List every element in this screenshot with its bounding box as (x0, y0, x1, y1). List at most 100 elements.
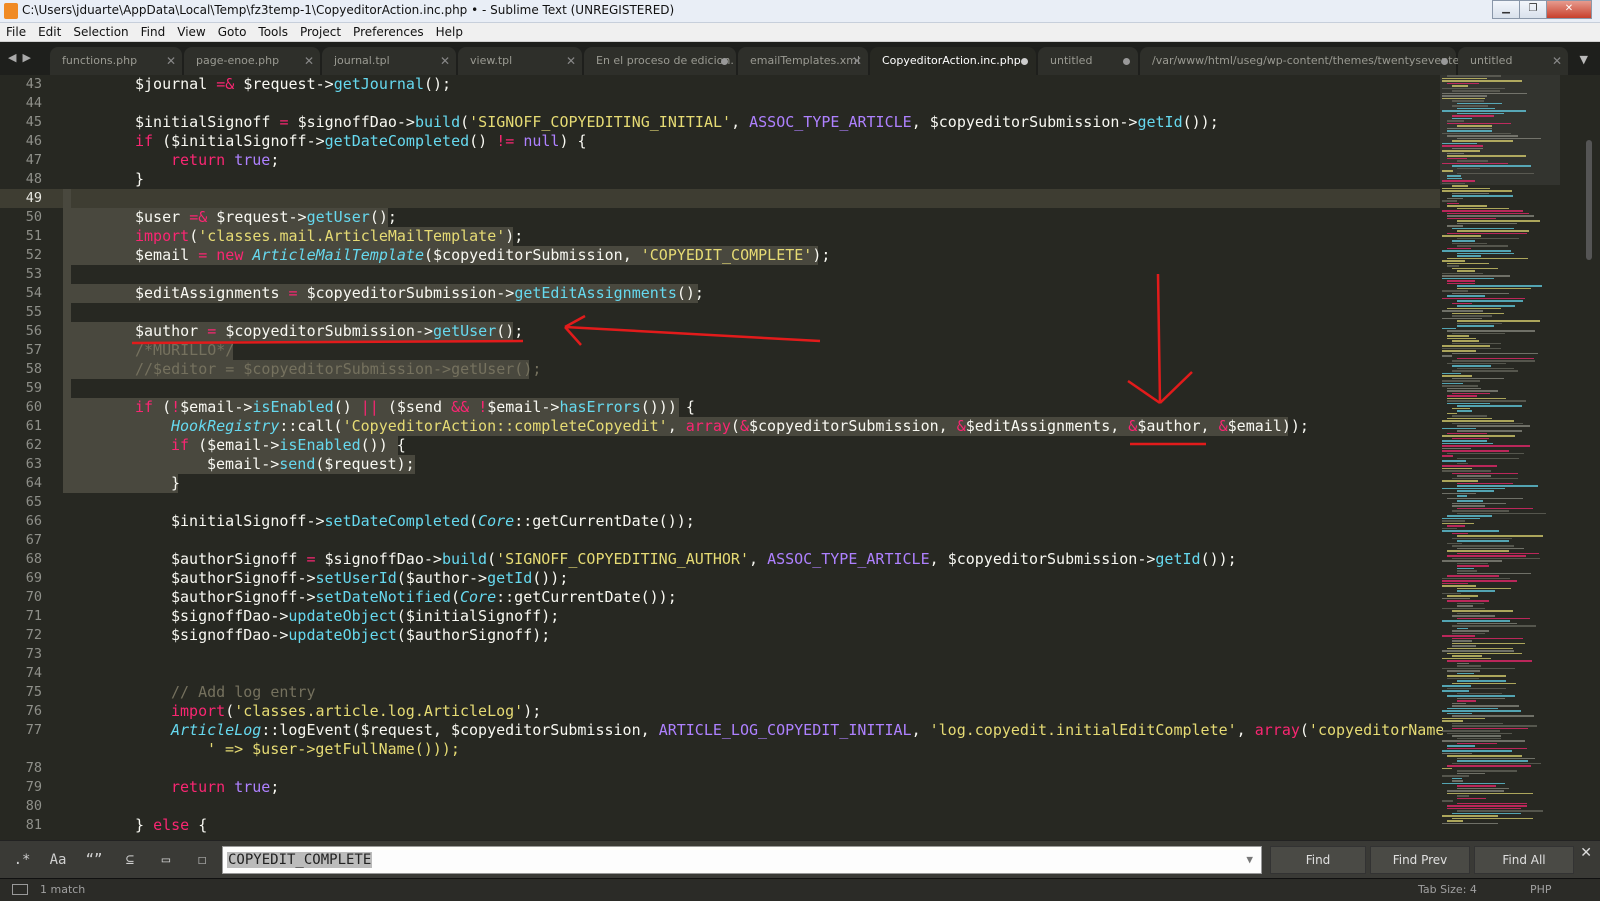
maximize-button[interactable]: ❐ (1519, 0, 1547, 19)
menu-project[interactable]: Project (294, 23, 347, 41)
code-line[interactable]: HookRegistry::call('CopyeditorAction::co… (171, 417, 1309, 436)
code-line[interactable]: } else { (135, 816, 207, 835)
code-line[interactable]: $author = $copyeditorSubmission->getUser… (135, 322, 523, 341)
tab-1[interactable]: page-enoe.php ✕ (184, 47, 320, 75)
minimap-line (1457, 665, 1481, 667)
tab-9[interactable]: untitled ✕ (1458, 47, 1568, 75)
code-line[interactable]: $signoffDao->updateObject($authorSignoff… (171, 626, 550, 645)
code-line[interactable]: import('classes.article.log.ArticleLog')… (171, 702, 541, 721)
vertical-scrollbar[interactable] (1586, 140, 1592, 260)
code-line[interactable]: // Add log entry (171, 683, 316, 702)
find-close-icon[interactable]: ✕ (1580, 845, 1592, 861)
minimap-line (1442, 520, 1465, 522)
unsaved-dot-icon[interactable] (721, 58, 728, 65)
code-line[interactable]: $authorSignoff->setUserId($author->getId… (171, 569, 568, 588)
code-line[interactable]: } (135, 170, 144, 189)
code-line[interactable]: $journal =& $request->getJournal(); (135, 75, 451, 94)
unsaved-dot-icon[interactable] (1021, 58, 1028, 65)
minimap-line (1447, 157, 1467, 159)
code-line[interactable]: if (!$email->isEnabled() || ($send && !$… (135, 398, 695, 417)
tab-nav-arrows-icon[interactable]: ◀▶ (8, 51, 37, 64)
find-history-dropdown-icon[interactable]: ▼ (1246, 847, 1253, 873)
line-number: 43 (25, 76, 42, 92)
find-all-button[interactable]: Find All (1474, 846, 1574, 874)
minimap-line (1442, 310, 1483, 312)
code-line[interactable]: $authorSignoff = $signoffDao->build('SIG… (171, 550, 1237, 569)
selection-highlight (63, 379, 71, 398)
code-editor[interactable]: 43 44 45 46 47 48 49 50 51 52 53 54 55 56 57 58 59 60 61 62… (0, 75, 1600, 840)
tab-6[interactable]: CopyeditorAction.inc.php (870, 47, 1036, 75)
code-line[interactable]: ArticleLog::logEvent($request, $copyedit… (171, 721, 1443, 740)
syntax-mode[interactable]: PHP (1530, 883, 1552, 896)
menu-help[interactable]: Help (430, 23, 469, 41)
code-line[interactable]: $initialSignoff->setDateCompleted(Core::… (171, 512, 695, 531)
tab-7[interactable]: untitled (1038, 47, 1138, 75)
tab-close-icon[interactable]: ✕ (440, 47, 450, 75)
find-prev-button[interactable]: Find Prev (1370, 846, 1470, 874)
menu-find[interactable]: Find (135, 23, 172, 41)
code-line[interactable]: $user =& $request->getUser(); (135, 208, 397, 227)
menu-selection[interactable]: Selection (67, 23, 134, 41)
menu-preferences[interactable]: Preferences (347, 23, 430, 41)
code-line[interactable]: //$editor = $copyeditorSubmission->getUs… (135, 360, 541, 379)
minimap-line (1452, 377, 1504, 379)
minimize-button[interactable]: ▁ (1492, 0, 1520, 19)
minimap-line (1447, 337, 1476, 339)
find-button[interactable]: Find (1270, 846, 1366, 874)
minimap-line (1447, 652, 1522, 654)
tab-close-icon[interactable]: ✕ (1552, 47, 1562, 75)
show-context-toggle[interactable]: ☐ (190, 849, 214, 871)
close-button[interactable]: ✕ (1546, 0, 1592, 19)
panel-toggle-icon[interactable] (12, 884, 28, 895)
code-line[interactable]: import('classes.mail.ArticleMailTemplate… (135, 227, 523, 246)
tab-size[interactable]: Tab Size: 4 (1418, 883, 1477, 896)
regex-toggle[interactable]: .* (10, 849, 34, 871)
minimap-line (1452, 332, 1505, 334)
whole-word-toggle[interactable]: “” (82, 849, 106, 871)
code-line[interactable]: $authorSignoff->setDateNotified(Core::ge… (171, 588, 677, 607)
unsaved-dot-icon[interactable] (1441, 58, 1448, 65)
menu-file[interactable]: File (0, 23, 32, 41)
code-line[interactable]: /*MURILLO*/ (135, 341, 234, 360)
code-line[interactable]: $signoffDao->updateObject($initialSignof… (171, 607, 559, 626)
tab-dropdown-icon[interactable]: ▼ (1580, 53, 1588, 66)
code-line[interactable]: $email = new ArticleMailTemplate($copyed… (135, 246, 830, 265)
code-line[interactable]: $editAssignments = $copyeditorSubmission… (135, 284, 704, 303)
minimap-line (1457, 475, 1491, 477)
code-area[interactable]: $journal =& $request->getJournal(); $init… (63, 75, 1443, 840)
find-input[interactable]: COPYEDIT_COMPLETE ▼ (222, 846, 1262, 874)
code-line[interactable]: if ($initialSignoff->getDateCompleted() … (135, 132, 587, 151)
tab-close-icon[interactable]: ✕ (566, 47, 576, 75)
code-line[interactable]: } (171, 474, 180, 493)
tab-close-icon[interactable]: ✕ (304, 47, 314, 75)
unsaved-dot-icon[interactable] (1123, 58, 1130, 65)
tab-close-icon[interactable]: ✕ (166, 47, 176, 75)
tab-0[interactable]: functions.php ✕ (50, 47, 182, 75)
menu-edit[interactable]: Edit (32, 23, 67, 41)
tab-close-icon[interactable]: ✕ (852, 47, 862, 75)
tab-5[interactable]: emailTemplates.xml ✕ (738, 47, 868, 75)
code-line[interactable]: $email->send($request); (207, 455, 415, 474)
tab-8[interactable]: /var/www/html/useg/wp-content/themes/twe… (1140, 47, 1459, 75)
menu-goto[interactable]: Goto (212, 23, 253, 41)
menu-view[interactable]: View (171, 23, 211, 41)
tab-2[interactable]: journal.tpl ✕ (322, 47, 456, 75)
highlight-matches-toggle[interactable]: ▭ (154, 849, 178, 871)
minimap-line (1447, 202, 1459, 204)
code-line[interactable]: if ($email->isEnabled()) { (171, 436, 406, 455)
minimap[interactable] (1440, 75, 1560, 840)
minimap-line (1447, 695, 1515, 697)
minimap-line (1457, 512, 1546, 514)
code-line[interactable]: return true; (171, 151, 279, 170)
case-sensitive-toggle[interactable]: Aa (46, 849, 70, 871)
menu-tools[interactable]: Tools (252, 23, 294, 41)
minimap-line (1457, 457, 1519, 459)
tab-4[interactable]: En el proceso de edicion. (584, 47, 736, 75)
tab-3[interactable]: view.tpl ✕ (458, 47, 582, 75)
in-selection-toggle[interactable]: ⊆ (118, 849, 142, 871)
minimap-line (1452, 735, 1501, 737)
code-line[interactable]: $initialSignoff = $signoffDao->build('SI… (135, 113, 1219, 132)
code-line[interactable]: ' => $user->getFullName())); (207, 740, 460, 759)
code-line[interactable]: return true; (171, 778, 279, 797)
minimap-line (1447, 177, 1462, 179)
